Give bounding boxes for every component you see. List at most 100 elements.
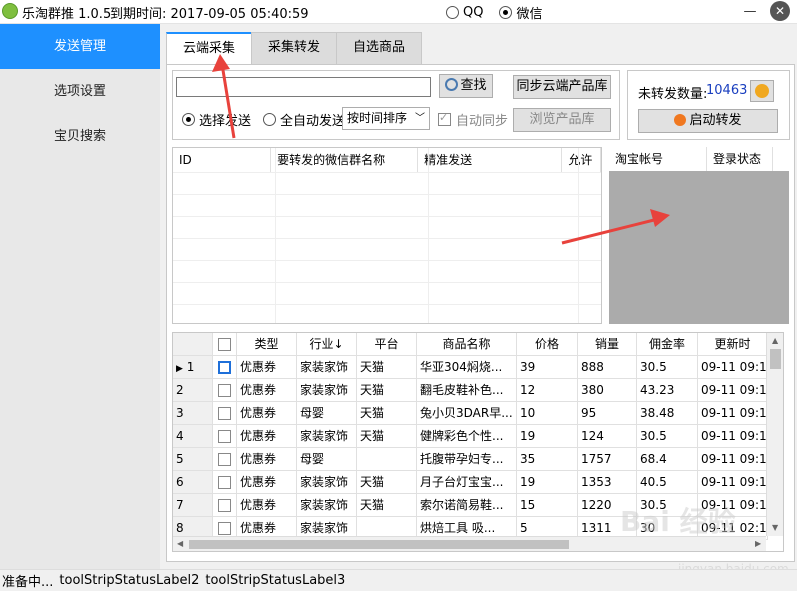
app-logo-icon <box>2 3 18 19</box>
minimize-button[interactable]: — <box>738 0 762 24</box>
cell-price: 12 <box>517 379 578 402</box>
unsent-count-label: 未转发数量: <box>638 87 708 102</box>
cell-platform: 天猫 <box>357 471 417 494</box>
search-icon <box>445 78 459 91</box>
sort-dropdown-value: 按时间排序 <box>347 111 408 125</box>
sort-dropdown[interactable]: 按时间排序 ﹀ <box>342 107 430 130</box>
col-platform[interactable]: 平台 <box>357 333 417 356</box>
col-allow[interactable]: 允许 <box>562 148 601 172</box>
row-checkbox[interactable] <box>213 356 237 379</box>
cell-price: 19 <box>517 425 578 448</box>
close-button[interactable]: ✕ <box>770 1 790 21</box>
refresh-button[interactable] <box>750 80 774 102</box>
tab-collect-forward[interactable]: 采集转发 <box>251 32 338 64</box>
cell-platform: 天猫 <box>357 356 417 379</box>
wechat-radio[interactable]: 微信 <box>499 3 542 22</box>
row-number[interactable]: 4 <box>173 425 213 448</box>
wechat-group-table[interactable]: ID 要转发的微信群名称 精准发送 允许 <box>172 147 602 324</box>
col-taobao-account[interactable]: 淘宝帐号 <box>609 147 707 171</box>
row-number[interactable]: 3 <box>173 402 213 425</box>
sidebar-item-item-search[interactable]: 宝贝搜索 <box>0 114 160 159</box>
cell-commission-rate: 43.23 <box>637 379 698 402</box>
cell-platform: 天猫 <box>357 425 417 448</box>
col-product-name[interactable]: 商品名称 <box>417 333 517 356</box>
col-industry[interactable]: 行业↓ <box>297 333 357 356</box>
table-row[interactable]: 3 优惠券 母婴 天猫 兔小贝3DAR早... 10 95 38.48 09-11 09:15 <box>173 402 768 425</box>
cell-type: 优惠券 <box>237 356 297 379</box>
qq-radio[interactable]: QQ <box>446 5 483 20</box>
cell-industry: 家装家饰 <box>297 471 357 494</box>
auto-send-label: 全自动发送 <box>280 114 346 129</box>
select-send-radio[interactable] <box>182 113 195 126</box>
col-price[interactable]: 价格 <box>517 333 578 356</box>
table-row[interactable]: 4 优惠券 家装家饰 天猫 健牌彩色个性... 19 124 30.5 09-11 09:15 <box>173 425 768 448</box>
cell-type: 优惠券 <box>237 425 297 448</box>
sidebar-item-options[interactable]: 选项设置 <box>0 69 160 114</box>
cell-industry: 家装家饰 <box>297 356 357 379</box>
checkbox-icon <box>218 361 231 374</box>
row-checkbox[interactable] <box>213 448 237 471</box>
table-row[interactable]: 5 优惠券 母婴 托腹带孕妇专... 35 1757 68.4 09-11 09:15 <box>173 448 768 471</box>
row-number[interactable]: 6 <box>173 471 213 494</box>
start-forward-button[interactable]: 启动转发 <box>638 109 778 133</box>
cell-price: 10 <box>517 402 578 425</box>
cell-updated: 09-11 09:15 <box>698 402 768 425</box>
sidebar-item-send-management[interactable]: 发送管理 <box>0 24 160 69</box>
annotation-arrow-right-icon <box>561 209 670 245</box>
play-icon <box>674 113 687 126</box>
row-number[interactable]: 2 <box>173 379 213 402</box>
select-all-checkbox[interactable] <box>218 338 231 351</box>
auto-sync-checkbox[interactable]: 自动同步 <box>438 110 508 129</box>
baidu-watermark-logo: Bai 经验 <box>620 505 736 538</box>
checkbox-icon <box>218 407 231 420</box>
app-title: 乐淘群推 1.0.5 <box>22 7 112 22</box>
cell-industry: 家装家饰 <box>297 494 357 517</box>
row-checkbox[interactable] <box>213 402 237 425</box>
status-label-1: 准备中... <box>2 575 54 590</box>
cell-sales: 888 <box>578 356 637 379</box>
account-table-header: 淘宝帐号 登录状态 <box>609 147 789 171</box>
row-number[interactable]: 5 <box>173 448 213 471</box>
col-id[interactable]: ID <box>173 148 272 172</box>
col-updated[interactable]: 更新时 <box>698 333 768 356</box>
search-button[interactable]: 查找 <box>439 74 493 98</box>
vertical-scrollbar[interactable]: ▲ ▼ <box>766 333 783 536</box>
col-precise-send[interactable]: 精准发送 <box>418 148 563 172</box>
row-checkbox[interactable] <box>213 425 237 448</box>
chevron-down-icon: ﹀ <box>415 113 425 124</box>
col-commission-rate[interactable]: 佣金率 <box>637 333 698 356</box>
col-login-status[interactable]: 登录状态 <box>707 147 773 171</box>
cell-platform <box>357 448 417 471</box>
row-number[interactable]: 7 <box>173 494 213 517</box>
unsent-count-value: 10463 <box>706 83 748 98</box>
row-checkbox[interactable] <box>213 494 237 517</box>
col-type[interactable]: 类型 <box>237 333 297 356</box>
cell-sales: 1757 <box>578 448 637 471</box>
cell-price: 35 <box>517 448 578 471</box>
cell-platform: 天猫 <box>357 379 417 402</box>
col-group-name[interactable]: 要转发的微信群名称 <box>271 148 419 172</box>
title-bar: 乐淘群推 1.0.5 到期时间: 2017-09-05 05:40:59 QQ … <box>0 0 797 24</box>
cell-product-name: 月子台灯宝宝... <box>417 471 517 494</box>
row-number[interactable]: ▶ 1 <box>173 356 213 379</box>
cell-commission-rate: 68.4 <box>637 448 698 471</box>
checkbox-icon <box>438 111 451 126</box>
cell-commission-rate: 40.5 <box>637 471 698 494</box>
cell-price: 15 <box>517 494 578 517</box>
col-sales[interactable]: 销量 <box>578 333 637 356</box>
sync-cloud-library-button[interactable]: 同步云端产品库 <box>513 75 611 99</box>
cell-product-name: 翻毛皮鞋补色... <box>417 379 517 402</box>
table-row[interactable]: 2 优惠券 家装家饰 天猫 翻毛皮鞋补色... 12 380 43.23 09-11 09:15 <box>173 379 768 402</box>
browse-library-button[interactable]: 浏览产品库 <box>513 108 611 132</box>
refresh-icon <box>755 84 769 98</box>
checkbox-icon <box>218 522 231 535</box>
status-label-2: toolStripStatusLabel2 <box>59 573 200 588</box>
table-row[interactable]: 6 优惠券 家装家饰 天猫 月子台灯宝宝... 19 1353 40.5 09-11 09:15 <box>173 471 768 494</box>
table-row[interactable]: ▶ 1 优惠券 家装家饰 天猫 华亚304焖烧... 39 888 30.5 09-11 09:… <box>173 356 768 379</box>
cell-type: 优惠券 <box>237 402 297 425</box>
row-checkbox[interactable] <box>213 379 237 402</box>
row-checkbox[interactable] <box>213 471 237 494</box>
tab-custom-products[interactable]: 自选商品 <box>336 32 423 64</box>
auto-send-radio[interactable] <box>263 113 277 126</box>
cell-industry: 母婴 <box>297 402 357 425</box>
